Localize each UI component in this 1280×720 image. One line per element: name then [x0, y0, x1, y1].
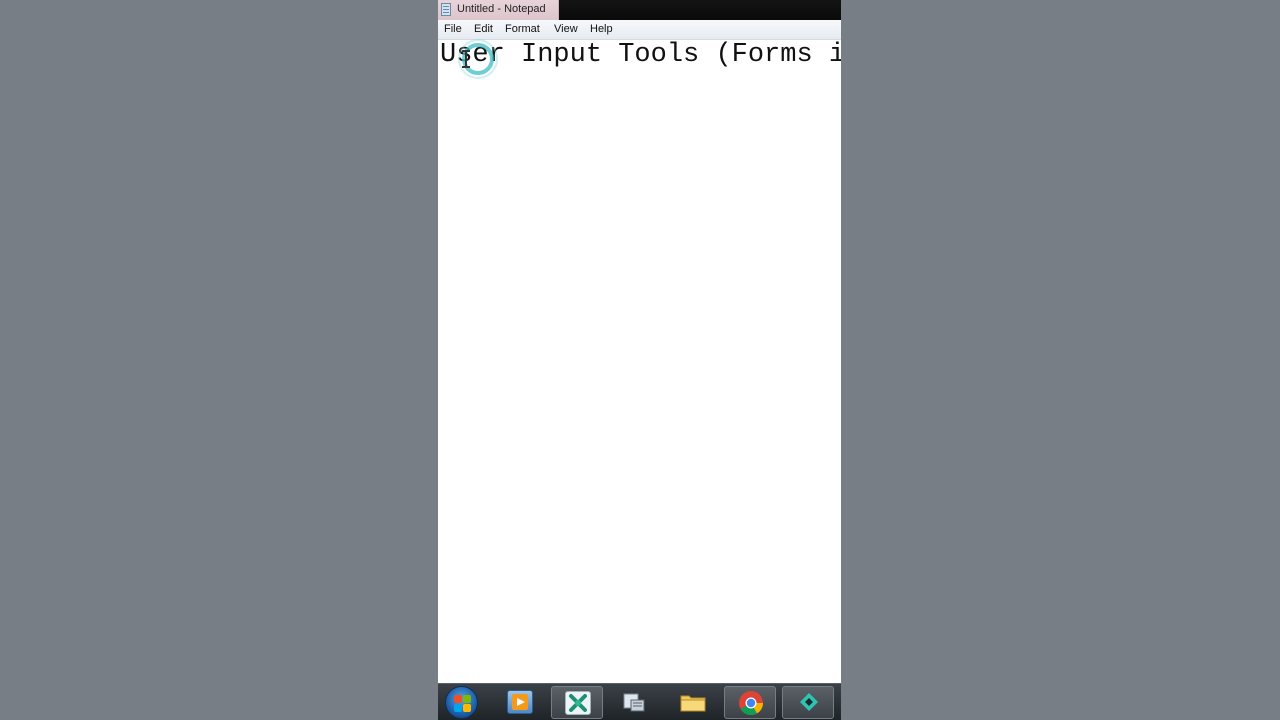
- text-cursor-icon: [462, 50, 470, 68]
- notepad-window: Untitled - Notepad File Edit Format View…: [438, 0, 841, 720]
- folder-icon: [679, 690, 706, 714]
- menu-file[interactable]: File: [444, 23, 462, 35]
- menu-view[interactable]: View: [554, 23, 578, 35]
- menu-format[interactable]: Format: [505, 23, 540, 35]
- menu-help[interactable]: Help: [590, 23, 613, 35]
- start-button[interactable]: [438, 686, 490, 719]
- media-player-icon: [507, 690, 533, 714]
- windows-logo-icon: [445, 686, 478, 719]
- taskbar-video-editor[interactable]: [782, 686, 834, 719]
- menu-bar: File Edit Format View Help: [438, 20, 841, 40]
- taskbar-media-player[interactable]: [494, 686, 546, 719]
- notepad-program-icon: [621, 690, 647, 714]
- text-editor-area[interactable]: User Input Tools (Forms in: [438, 39, 841, 683]
- chrome-icon: [738, 691, 764, 716]
- taskbar: [438, 683, 841, 720]
- taskbar-file-explorer[interactable]: [666, 686, 718, 719]
- taskbar-app-x[interactable]: [551, 686, 603, 719]
- notepad-icon: [441, 3, 451, 16]
- video-editor-icon: [796, 691, 822, 715]
- editor-text[interactable]: User Input Tools (Forms in: [440, 40, 841, 70]
- app-x-icon: [565, 691, 591, 715]
- title-bar[interactable]: Untitled - Notepad: [438, 0, 841, 20]
- window-title: Untitled - Notepad: [457, 3, 546, 15]
- title-tab[interactable]: Untitled - Notepad: [438, 0, 559, 20]
- taskbar-notepad-program[interactable]: [608, 686, 660, 719]
- menu-edit[interactable]: Edit: [474, 23, 493, 35]
- taskbar-chrome[interactable]: [724, 686, 776, 719]
